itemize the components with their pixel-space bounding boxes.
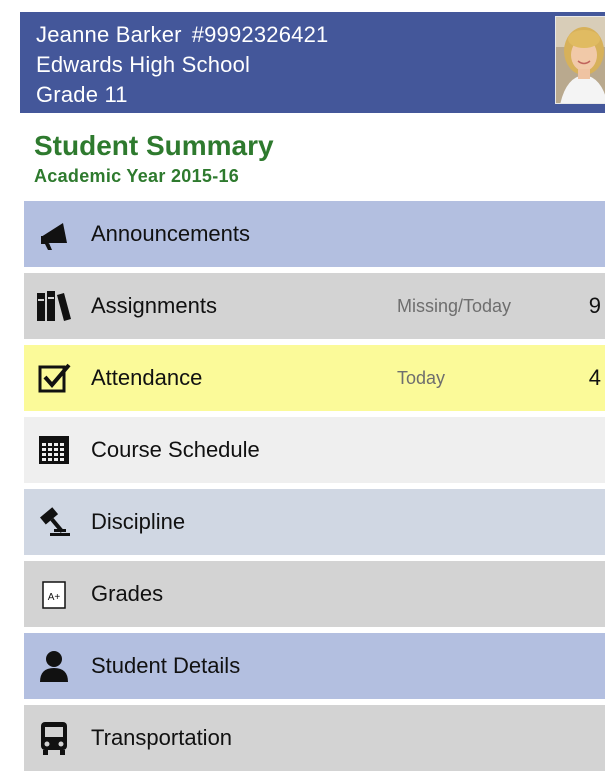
menu-item-label: Course Schedule: [91, 437, 260, 462]
checkbox-icon: [24, 345, 76, 411]
student-header: Jeanne Barker #9992326421 Edwards High Sc…: [20, 12, 605, 113]
menu-item-student-details[interactable]: Student Details: [24, 633, 605, 699]
bus-icon: [24, 705, 76, 771]
menu-item-discipline[interactable]: Discipline: [24, 489, 605, 555]
attendance-count: 4: [588, 365, 601, 390]
megaphone-icon: [24, 201, 76, 267]
summary-menu: Announcements Assignments Missing/Today …: [24, 201, 605, 777]
student-grade: Grade 11: [36, 82, 128, 107]
menu-item-label: Assignments: [91, 293, 217, 318]
menu-item-label: Discipline: [91, 509, 186, 534]
menu-item-label: Student Details: [91, 653, 241, 678]
academic-year: Academic Year 2015-16: [34, 166, 240, 186]
person-icon: [24, 633, 76, 699]
calendar-icon: [24, 417, 76, 483]
menu-item-transportation[interactable]: Transportation: [24, 705, 605, 771]
menu-item-label: Announcements: [91, 221, 250, 246]
app-screen: Jeanne Barker #9992326421 Edwards High Sc…: [0, 0, 605, 771]
student-photo[interactable]: [555, 16, 605, 104]
student-school: Edwards High School: [36, 52, 251, 77]
books-icon: [24, 273, 76, 339]
summary-heading: Student Summary Academic Year 2015-16: [34, 128, 274, 188]
menu-item-label: Transportation: [91, 725, 233, 750]
menu-item-assignments[interactable]: Assignments Missing/Today 9: [24, 273, 605, 339]
menu-item-grades[interactable]: A+ Grades: [24, 561, 605, 627]
menu-item-announcements[interactable]: Announcements: [24, 201, 605, 267]
student-name: Jeanne Barker: [36, 22, 182, 47]
student-id: #9992326421: [191, 22, 329, 47]
grade-a-plus-icon: A+: [24, 561, 76, 627]
menu-item-label: Attendance: [91, 365, 203, 390]
menu-item-course-schedule[interactable]: Course Schedule: [24, 417, 605, 483]
attendance-status: Today: [397, 367, 446, 388]
svg-text:A+: A+: [48, 592, 61, 603]
page-title: Student Summary: [34, 130, 274, 161]
gavel-icon: [24, 489, 76, 555]
student-name-line: Jeanne Barker #9992326421: [36, 20, 605, 50]
assignments-status: Missing/Today: [397, 295, 512, 316]
assignments-count: 9: [588, 293, 601, 318]
menu-item-attendance[interactable]: Attendance Today 4: [24, 345, 605, 411]
menu-item-label: Grades: [91, 581, 164, 606]
student-photo-image: [556, 17, 605, 103]
